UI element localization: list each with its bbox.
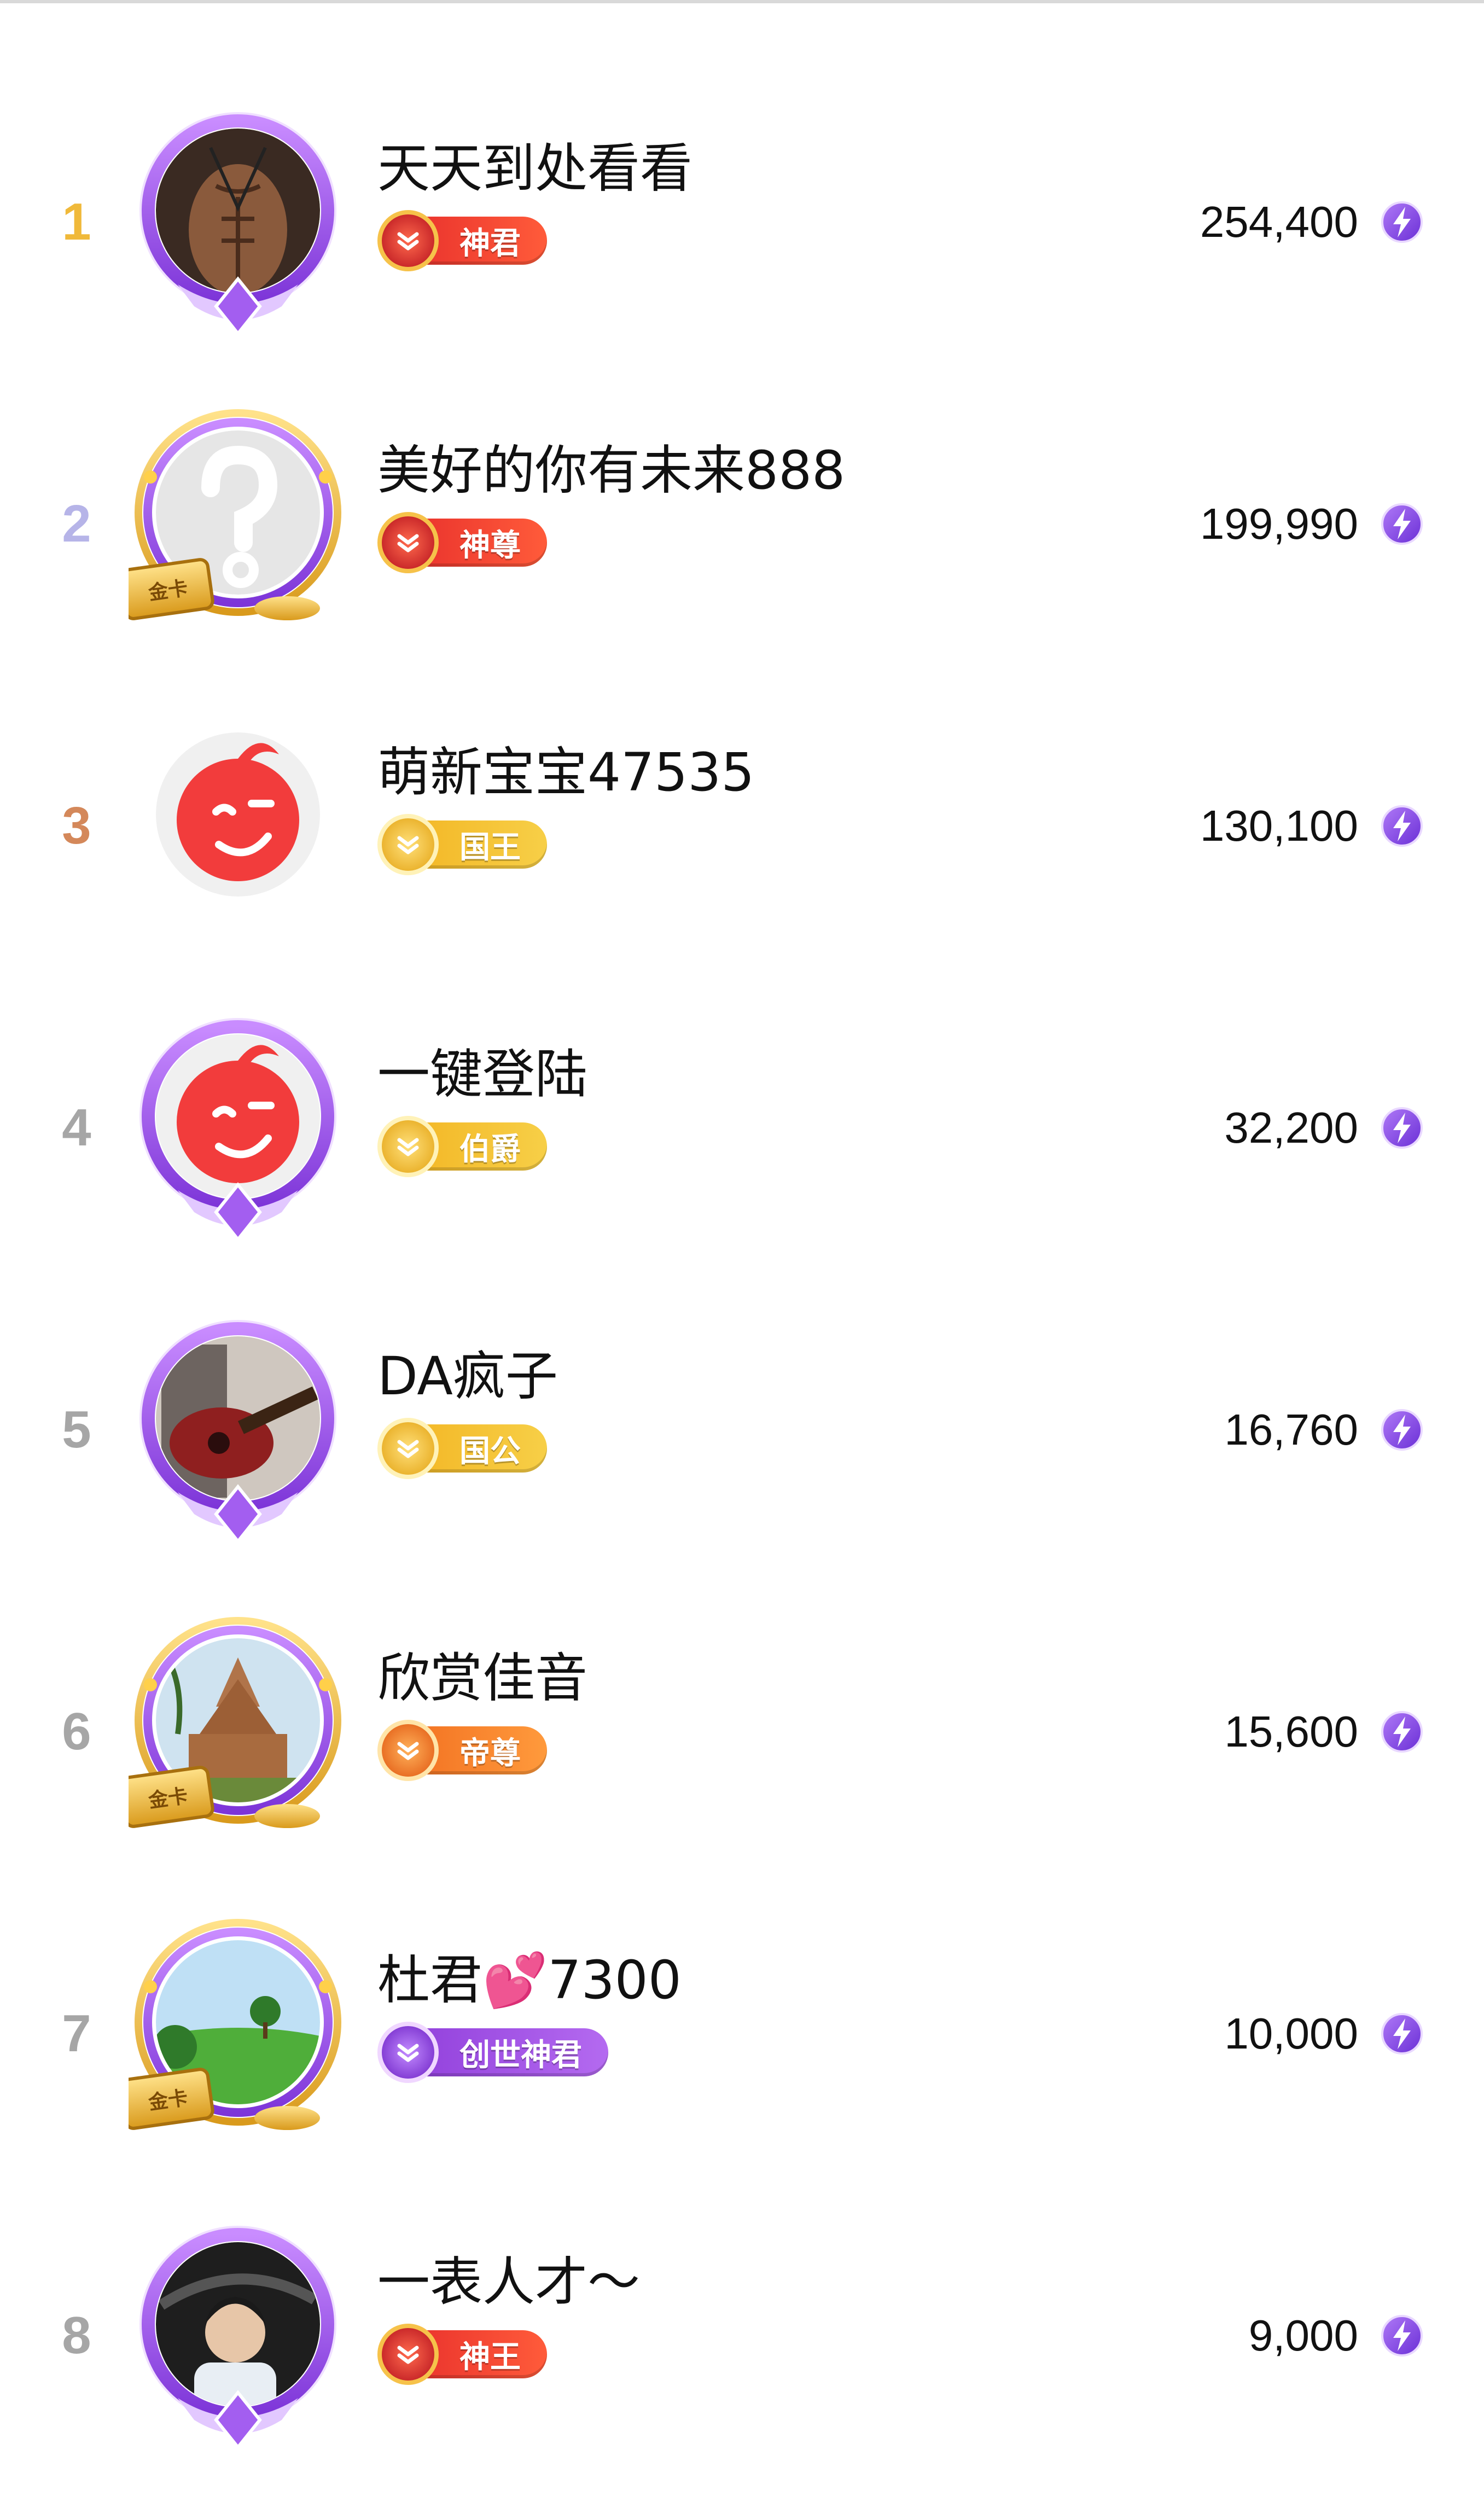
score-value: 9,000	[1248, 2311, 1358, 2360]
user-name[interactable]: 天天到处看看	[377, 126, 692, 202]
user-name[interactable]: 一表人才～	[377, 2239, 640, 2315]
badge-label: 国公	[459, 1433, 521, 1469]
user-name[interactable]: 杜君💕7300	[377, 1937, 682, 2014]
ranking-row[interactable]: 5 DA疯子 国公 16,760	[0, 1279, 1484, 1581]
lightning-coin-icon	[1381, 1107, 1423, 1149]
user-name[interactable]: 美好的你有未来888	[377, 428, 845, 504]
badge-emblem-icon	[377, 1418, 439, 1479]
badge-emblem-icon	[377, 2324, 439, 2385]
score: 254,400	[1200, 71, 1424, 373]
rank-number: 5	[62, 1400, 91, 1459]
level-badge: 国王	[377, 814, 547, 875]
ranking-row[interactable]: 2 金卡 美好的你有未来888 神尊 199,990	[0, 373, 1484, 675]
badge-label: 神君	[459, 225, 521, 261]
level-badge: 创世神君	[377, 2022, 608, 2083]
score: 15,600	[1224, 1581, 1424, 1883]
rank-number: 2	[62, 494, 91, 553]
user-name[interactable]: DA疯子	[377, 1334, 558, 1410]
avatar[interactable]	[129, 1010, 347, 1245]
badge-label: 伯爵	[459, 1131, 521, 1167]
ranking-row[interactable]: 4 一键登陆 伯爵 32,200	[0, 977, 1484, 1279]
score-value: 15,600	[1224, 1707, 1358, 1756]
ranking-row[interactable]: 1 天天到处看看 神君 254,400	[0, 71, 1484, 373]
score-value: 130,100	[1200, 801, 1358, 850]
avatar[interactable]: 金卡	[129, 406, 347, 641]
score-value: 32,200	[1224, 1103, 1358, 1152]
badge-emblem-icon	[377, 2022, 439, 2083]
user-name[interactable]: 萌新宝宝47535	[377, 730, 754, 806]
rank-number: 8	[62, 2306, 91, 2365]
avatar[interactable]: 金卡	[129, 1916, 347, 2151]
lightning-coin-icon	[1381, 201, 1423, 243]
top-divider	[0, 0, 1484, 3]
lightning-coin-icon	[1381, 1409, 1423, 1451]
score-value: 254,400	[1200, 197, 1358, 246]
level-badge: 神王	[377, 2324, 547, 2385]
level-badge: 神君	[377, 210, 547, 271]
level-badge: 神尊	[377, 512, 547, 573]
badge-label: 神王	[459, 2339, 521, 2375]
lightning-coin-icon	[1381, 805, 1423, 847]
rank-number: 4	[62, 1098, 91, 1157]
avatar-image-guitar-icon	[139, 1320, 336, 1544]
lightning-coin-icon	[1381, 1711, 1423, 1753]
lightning-coin-icon	[1381, 2315, 1423, 2356]
rank-number: 6	[62, 1702, 91, 1761]
avatar-image-muscle-icon	[139, 112, 336, 336]
level-badge: 帝尊	[377, 1720, 547, 1781]
avatar[interactable]	[129, 104, 347, 339]
badge-emblem-icon	[377, 512, 439, 573]
badge-label: 创世神君	[459, 2037, 582, 2073]
level-badge: 国公	[377, 1418, 547, 1479]
score-value: 16,760	[1224, 1405, 1358, 1454]
badge-label: 国王	[459, 829, 521, 865]
user-name[interactable]: 一键登陆	[377, 1032, 587, 1108]
lightning-coin-icon	[1381, 503, 1423, 545]
lightning-coin-icon	[1381, 2013, 1423, 2055]
avatar[interactable]	[129, 1312, 347, 1547]
avatar-image-meadow-icon: 金卡	[129, 1919, 341, 2130]
score: 130,100	[1200, 675, 1424, 977]
avatar-image-question-icon: 金卡	[129, 409, 341, 620]
rank-number: 3	[62, 796, 91, 855]
badge-emblem-icon	[377, 1116, 439, 1177]
rank-number: 7	[62, 2004, 91, 2063]
user-name[interactable]: 欣赏佳音	[377, 1636, 587, 1712]
avatar-image-pagoda-icon: 金卡	[129, 1617, 341, 1828]
ranking-row[interactable]: 8 一表人才～ 神王 9,000	[0, 2185, 1484, 2487]
score: 9,000	[1249, 2185, 1424, 2487]
score-value: 199,990	[1200, 499, 1358, 548]
avatar-image-wink-icon	[156, 732, 320, 897]
avatar[interactable]: 金卡	[129, 1614, 347, 1849]
ranking-row[interactable]: 6 金卡 欣赏佳音 帝尊 15,600	[0, 1581, 1484, 1883]
score-value: 10,000	[1224, 2009, 1358, 2058]
score: 199,990	[1200, 373, 1424, 675]
level-badge: 伯爵	[377, 1116, 547, 1177]
avatar[interactable]	[129, 2218, 347, 2453]
badge-emblem-icon	[377, 210, 439, 271]
badge-label: 神尊	[459, 527, 521, 563]
score: 16,760	[1224, 1279, 1424, 1581]
rank-number: 1	[62, 193, 91, 251]
score: 10,000	[1224, 1883, 1424, 2185]
avatar-image-wink-icon	[139, 1018, 336, 1242]
avatar[interactable]	[129, 708, 347, 943]
ranking-row[interactable]: 3 萌新宝宝47535 国王 130,100	[0, 675, 1484, 977]
score: 32,200	[1224, 977, 1424, 1279]
avatar-image-car-icon	[139, 2226, 336, 2450]
ranking-row[interactable]: 7 金卡 杜君💕7300 创世神君 10,000	[0, 1883, 1484, 2185]
badge-emblem-icon	[377, 1720, 439, 1781]
badge-label: 帝尊	[459, 1735, 521, 1771]
badge-emblem-icon	[377, 814, 439, 875]
